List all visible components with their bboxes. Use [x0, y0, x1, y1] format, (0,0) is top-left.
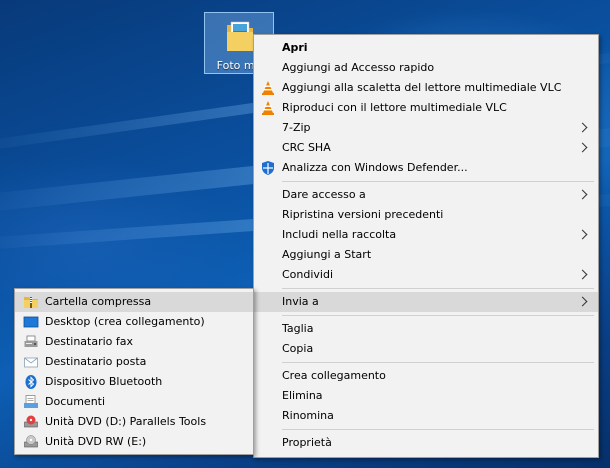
vlc-icon [262, 81, 274, 95]
menu-item-label: Apri [282, 41, 308, 54]
menu-item-label: Elimina [282, 389, 323, 402]
submenu-item-fax[interactable]: Destinatario fax [15, 332, 253, 352]
menu-item-taglia[interactable]: Taglia [254, 319, 598, 339]
menu-separator [282, 362, 594, 363]
menu-item-label: Analizza con Windows Defender... [282, 161, 468, 174]
chevron-right-icon [577, 142, 588, 153]
menu-item-label: Condividi [282, 268, 334, 281]
menu-item-label: Aggiungi alla scaletta del lettore multi… [282, 81, 562, 94]
submenu-item-label: Documenti [45, 395, 106, 408]
menu-separator [282, 429, 594, 430]
menu-item-label: Proprietà [282, 436, 332, 449]
windows-defender-icon [262, 161, 274, 175]
menu-item-label: Includi nella raccolta [282, 228, 397, 241]
chevron-right-icon [577, 189, 588, 200]
submenu-item-label: Destinatario posta [45, 355, 147, 368]
menu-item-windows-defender[interactable]: Analizza con Windows Defender... [254, 158, 598, 178]
menu-separator [282, 181, 594, 182]
menu-item-includi-raccolta[interactable]: Includi nella raccolta [254, 225, 598, 245]
zip-folder-icon [24, 297, 38, 308]
menu-item-label: 7-Zip [282, 121, 311, 134]
chevron-right-icon [577, 122, 588, 133]
menu-item-label: CRC SHA [282, 141, 331, 154]
menu-item-dare-accesso[interactable]: Dare accesso a [254, 185, 598, 205]
menu-item-vlc-play[interactable]: Riproduci con il lettore multimediale VL… [254, 98, 598, 118]
dvd-drive-icon [24, 415, 38, 428]
menu-item-elimina[interactable]: Elimina [254, 386, 598, 406]
menu-item-label: Riproduci con il lettore multimediale VL… [282, 101, 507, 114]
vlc-icon [262, 101, 274, 115]
menu-item-label: Ripristina versioni precedenti [282, 208, 444, 221]
menu-item-rinomina[interactable]: Rinomina [254, 406, 598, 426]
submenu-item-dvd-rw[interactable]: Unità DVD RW (E:) [15, 432, 253, 452]
menu-item-crea-collegamento[interactable]: Crea collegamento [254, 366, 598, 386]
submenu-item-bluetooth[interactable]: Dispositivo Bluetooth [15, 372, 253, 392]
chevron-right-icon [577, 229, 588, 240]
submenu-item-cartella-compressa[interactable]: Cartella compressa [15, 292, 253, 312]
documents-icon [24, 395, 38, 408]
menu-separator [282, 288, 594, 289]
submenu-item-posta[interactable]: Destinatario posta [15, 352, 253, 372]
menu-item-condividi[interactable]: Condividi [254, 265, 598, 285]
menu-item-invia-a[interactable]: Invia a [254, 292, 598, 312]
menu-item-ripristina-versioni[interactable]: Ripristina versioni precedenti [254, 205, 598, 225]
fax-icon [24, 335, 38, 347]
menu-item-7zip[interactable]: 7-Zip [254, 118, 598, 138]
menu-item-label: Aggiungi ad Accesso rapido [282, 61, 435, 74]
menu-item-crc-sha[interactable]: CRC SHA [254, 138, 598, 158]
submenu-item-documenti[interactable]: Documenti [15, 392, 253, 412]
chevron-right-icon [577, 269, 588, 280]
menu-item-aggiungi-start[interactable]: Aggiungi a Start [254, 245, 598, 265]
send-to-submenu: Cartella compressa Desktop (crea collega… [14, 288, 254, 455]
submenu-item-desktop[interactable]: Desktop (crea collegamento) [15, 312, 253, 332]
menu-item-label: Rinomina [282, 409, 334, 422]
menu-item-proprieta[interactable]: Proprietà [254, 433, 598, 453]
submenu-item-label: Destinatario fax [45, 335, 134, 348]
submenu-item-label: Unità DVD (D:) Parallels Tools [45, 415, 207, 428]
menu-item-label: Taglia [282, 322, 314, 335]
submenu-item-label: Dispositivo Bluetooth [45, 375, 163, 388]
menu-item-apri[interactable]: Apri [254, 38, 598, 58]
menu-separator [282, 315, 594, 316]
dvd-rw-drive-icon [24, 435, 38, 448]
submenu-item-label: Unità DVD RW (E:) [45, 435, 147, 448]
mail-icon [24, 357, 38, 368]
menu-item-label: Dare accesso a [282, 188, 366, 201]
context-menu: Apri Aggiungi ad Accesso rapido Aggiungi… [253, 34, 599, 458]
menu-item-label: Crea collegamento [282, 369, 386, 382]
bluetooth-icon [25, 375, 37, 389]
folder-icon [227, 21, 253, 51]
submenu-item-label: Desktop (crea collegamento) [45, 315, 205, 328]
submenu-item-dvd-parallels[interactable]: Unità DVD (D:) Parallels Tools [15, 412, 253, 432]
menu-item-label: Aggiungi a Start [282, 248, 372, 261]
chevron-right-icon [577, 296, 588, 307]
menu-item-vlc-playlist[interactable]: Aggiungi alla scaletta del lettore multi… [254, 78, 598, 98]
menu-item-copia[interactable]: Copia [254, 339, 598, 359]
menu-item-accesso-rapido[interactable]: Aggiungi ad Accesso rapido [254, 58, 598, 78]
submenu-item-label: Cartella compressa [45, 295, 152, 308]
desktop-icon [23, 316, 39, 328]
menu-item-label: Copia [282, 342, 314, 355]
menu-item-label: Invia a [282, 295, 319, 308]
